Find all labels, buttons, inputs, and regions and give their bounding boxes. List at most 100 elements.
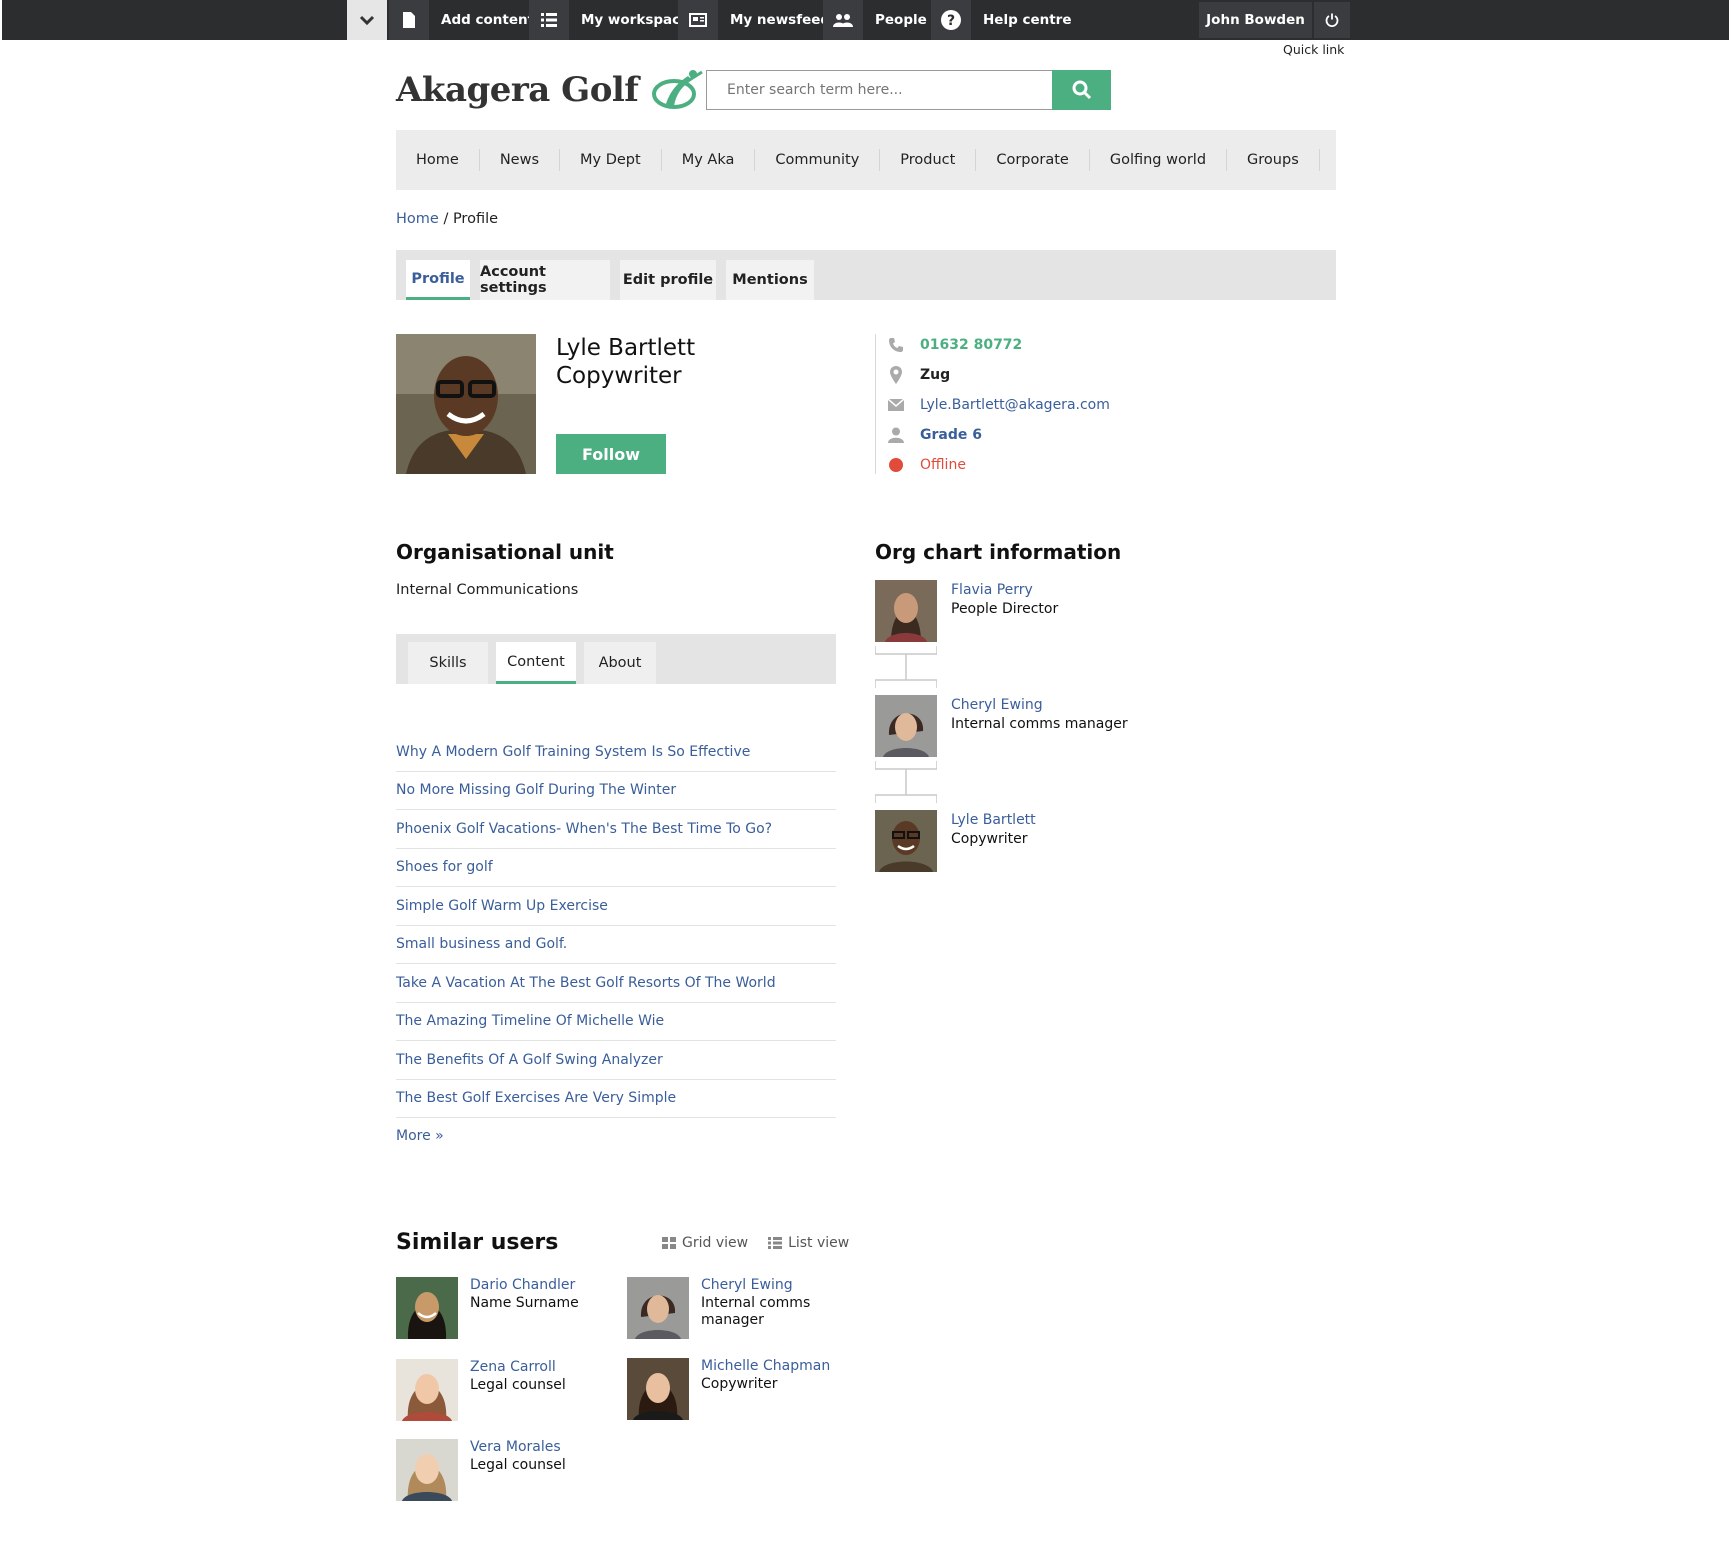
avatar[interactable] bbox=[396, 1277, 458, 1339]
contact-status-row: Offline bbox=[888, 454, 966, 476]
similar-user-role: Legal counsel bbox=[470, 1457, 566, 1473]
nav-item-home[interactable]: Home bbox=[396, 149, 480, 171]
nav-item-product[interactable]: Product bbox=[880, 149, 977, 171]
nav-item-groups[interactable]: Groups bbox=[1227, 149, 1320, 171]
logo-text: Akagera Golf bbox=[396, 70, 639, 110]
org-chart-person: Flavia Perry People Director bbox=[875, 580, 1175, 642]
follow-button[interactable]: Follow bbox=[556, 434, 666, 474]
content-link[interactable]: No More Missing Golf During The Winter bbox=[396, 782, 676, 798]
avatar[interactable] bbox=[875, 580, 937, 642]
document-icon bbox=[389, 0, 429, 40]
content-link[interactable]: Shoes for golf bbox=[396, 859, 493, 875]
people-icon bbox=[823, 0, 863, 40]
content-link[interactable]: The Benefits Of A Golf Swing Analyzer bbox=[396, 1052, 663, 1068]
org-person-name[interactable]: Flavia Perry bbox=[951, 582, 1033, 598]
similar-user-name[interactable]: Cheryl Ewing bbox=[701, 1277, 793, 1293]
toolbar-toggle-button[interactable] bbox=[347, 0, 387, 40]
contact-phone[interactable]: 01632 80772 bbox=[920, 337, 1022, 353]
list-view-button[interactable]: List view bbox=[768, 1235, 849, 1251]
tab-about[interactable]: About bbox=[584, 642, 656, 684]
similar-user-role: Copywriter bbox=[701, 1376, 778, 1392]
quick-link[interactable]: Quick link bbox=[1283, 42, 1344, 57]
similar-user-role: Name Surname bbox=[470, 1295, 579, 1311]
avatar[interactable] bbox=[875, 810, 937, 872]
site-logo[interactable]: Akagera Golf bbox=[396, 68, 706, 112]
list-item: Small business and Golf. bbox=[396, 926, 836, 964]
similar-users-heading: Similar users bbox=[396, 1230, 559, 1255]
org-person-role: Copywriter bbox=[951, 831, 1028, 847]
status-dot-icon bbox=[888, 456, 904, 474]
phone-icon bbox=[888, 336, 904, 354]
nav-item-community[interactable]: Community bbox=[755, 149, 881, 171]
tab-mentions[interactable]: Mentions bbox=[726, 260, 814, 300]
org-person-name[interactable]: Lyle Bartlett bbox=[951, 812, 1036, 828]
org-chart-connector bbox=[875, 761, 937, 803]
content-link[interactable]: Simple Golf Warm Up Exercise bbox=[396, 898, 608, 914]
help-centre-label: Help centre bbox=[983, 12, 1072, 28]
contact-email-link[interactable]: Lyle.Bartlett@akagera.com bbox=[920, 397, 1110, 413]
chevron-down-icon bbox=[359, 15, 375, 26]
content-link[interactable]: The Best Golf Exercises Are Very Simple bbox=[396, 1090, 676, 1106]
user-menu-button[interactable]: John Bowden bbox=[1199, 2, 1312, 38]
grid-view-button[interactable]: Grid view bbox=[662, 1235, 748, 1251]
list-item: Simple Golf Warm Up Exercise bbox=[396, 887, 836, 926]
content-link[interactable]: Small business and Golf. bbox=[396, 936, 567, 952]
search-button[interactable] bbox=[1052, 70, 1111, 110]
nav-item-golfing-world[interactable]: Golfing world bbox=[1090, 149, 1228, 171]
avatar[interactable] bbox=[396, 1359, 458, 1421]
tab-account-settings[interactable]: Account settings bbox=[480, 260, 610, 300]
help-icon: ? bbox=[931, 0, 971, 40]
top-toolbar: Add content My workspace My newsfeed Peo… bbox=[2, 0, 1729, 40]
list-item: The Benefits Of A Golf Swing Analyzer bbox=[396, 1041, 836, 1080]
contact-phone-row: 01632 80772 bbox=[888, 334, 1022, 356]
list-item: The Amazing Timeline Of Michelle Wie bbox=[396, 1003, 836, 1041]
org-person-role: People Director bbox=[951, 601, 1059, 617]
my-workspace-button[interactable]: My workspace bbox=[529, 0, 689, 40]
similar-user-name[interactable]: Vera Morales bbox=[470, 1439, 561, 1455]
svg-text:?: ? bbox=[947, 13, 955, 29]
search-bar bbox=[706, 70, 1111, 110]
section-tabs: Skills Content About bbox=[396, 634, 836, 684]
breadcrumb-separator: / bbox=[443, 211, 449, 227]
similar-user-card: Zena Carroll Legal counsel bbox=[396, 1359, 606, 1421]
content-link[interactable]: The Amazing Timeline Of Michelle Wie bbox=[396, 1013, 664, 1029]
org-unit-heading: Organisational unit bbox=[396, 540, 614, 564]
breadcrumb-current: Profile bbox=[452, 211, 499, 227]
profile-name: Lyle Bartlett bbox=[556, 335, 696, 361]
add-content-label: Add content bbox=[441, 12, 535, 28]
list-icon bbox=[768, 1237, 783, 1249]
golfer-logo-icon bbox=[652, 70, 704, 109]
tab-profile[interactable]: Profile bbox=[406, 260, 470, 300]
content-link[interactable]: Take A Vacation At The Best Golf Resorts… bbox=[396, 975, 776, 991]
tab-edit-profile[interactable]: Edit profile bbox=[620, 260, 716, 300]
location-pin-icon bbox=[888, 366, 904, 384]
similar-user-name[interactable]: Dario Chandler bbox=[470, 1277, 575, 1293]
avatar[interactable] bbox=[396, 1439, 458, 1501]
avatar[interactable] bbox=[627, 1358, 689, 1420]
similar-user-name[interactable]: Michelle Chapman bbox=[701, 1358, 830, 1374]
tab-content[interactable]: Content bbox=[496, 642, 576, 684]
logout-button[interactable] bbox=[1314, 2, 1350, 38]
avatar[interactable] bbox=[875, 695, 937, 757]
view-toggle: Grid view List view bbox=[662, 1235, 849, 1251]
my-newsfeed-button[interactable]: My newsfeed bbox=[678, 0, 830, 40]
list-item: The Best Golf Exercises Are Very Simple bbox=[396, 1080, 836, 1118]
similar-user-name[interactable]: Zena Carroll bbox=[470, 1359, 556, 1375]
help-centre-button[interactable]: ? Help centre bbox=[931, 0, 1071, 40]
nav-item-corporate[interactable]: Corporate bbox=[976, 149, 1090, 171]
add-content-button[interactable]: Add content bbox=[389, 0, 534, 40]
content-link[interactable]: Why A Modern Golf Training System Is So … bbox=[396, 744, 750, 760]
content-link[interactable]: Phoenix Golf Vacations- When's The Best … bbox=[396, 821, 772, 837]
contact-location-row: Zug bbox=[888, 364, 950, 386]
search-input[interactable] bbox=[707, 71, 1052, 109]
avatar[interactable] bbox=[627, 1277, 689, 1339]
similar-user-role: Legal counsel bbox=[470, 1377, 566, 1393]
people-button[interactable]: People bbox=[823, 0, 927, 40]
nav-item-my-dept[interactable]: My Dept bbox=[560, 149, 662, 171]
nav-item-news[interactable]: News bbox=[480, 149, 561, 171]
nav-item-my-aka[interactable]: My Aka bbox=[662, 149, 756, 171]
tab-skills[interactable]: Skills bbox=[408, 642, 488, 684]
breadcrumb-home-link[interactable]: Home bbox=[396, 211, 439, 227]
org-person-name[interactable]: Cheryl Ewing bbox=[951, 697, 1043, 713]
more-link[interactable]: More » bbox=[396, 1128, 444, 1144]
